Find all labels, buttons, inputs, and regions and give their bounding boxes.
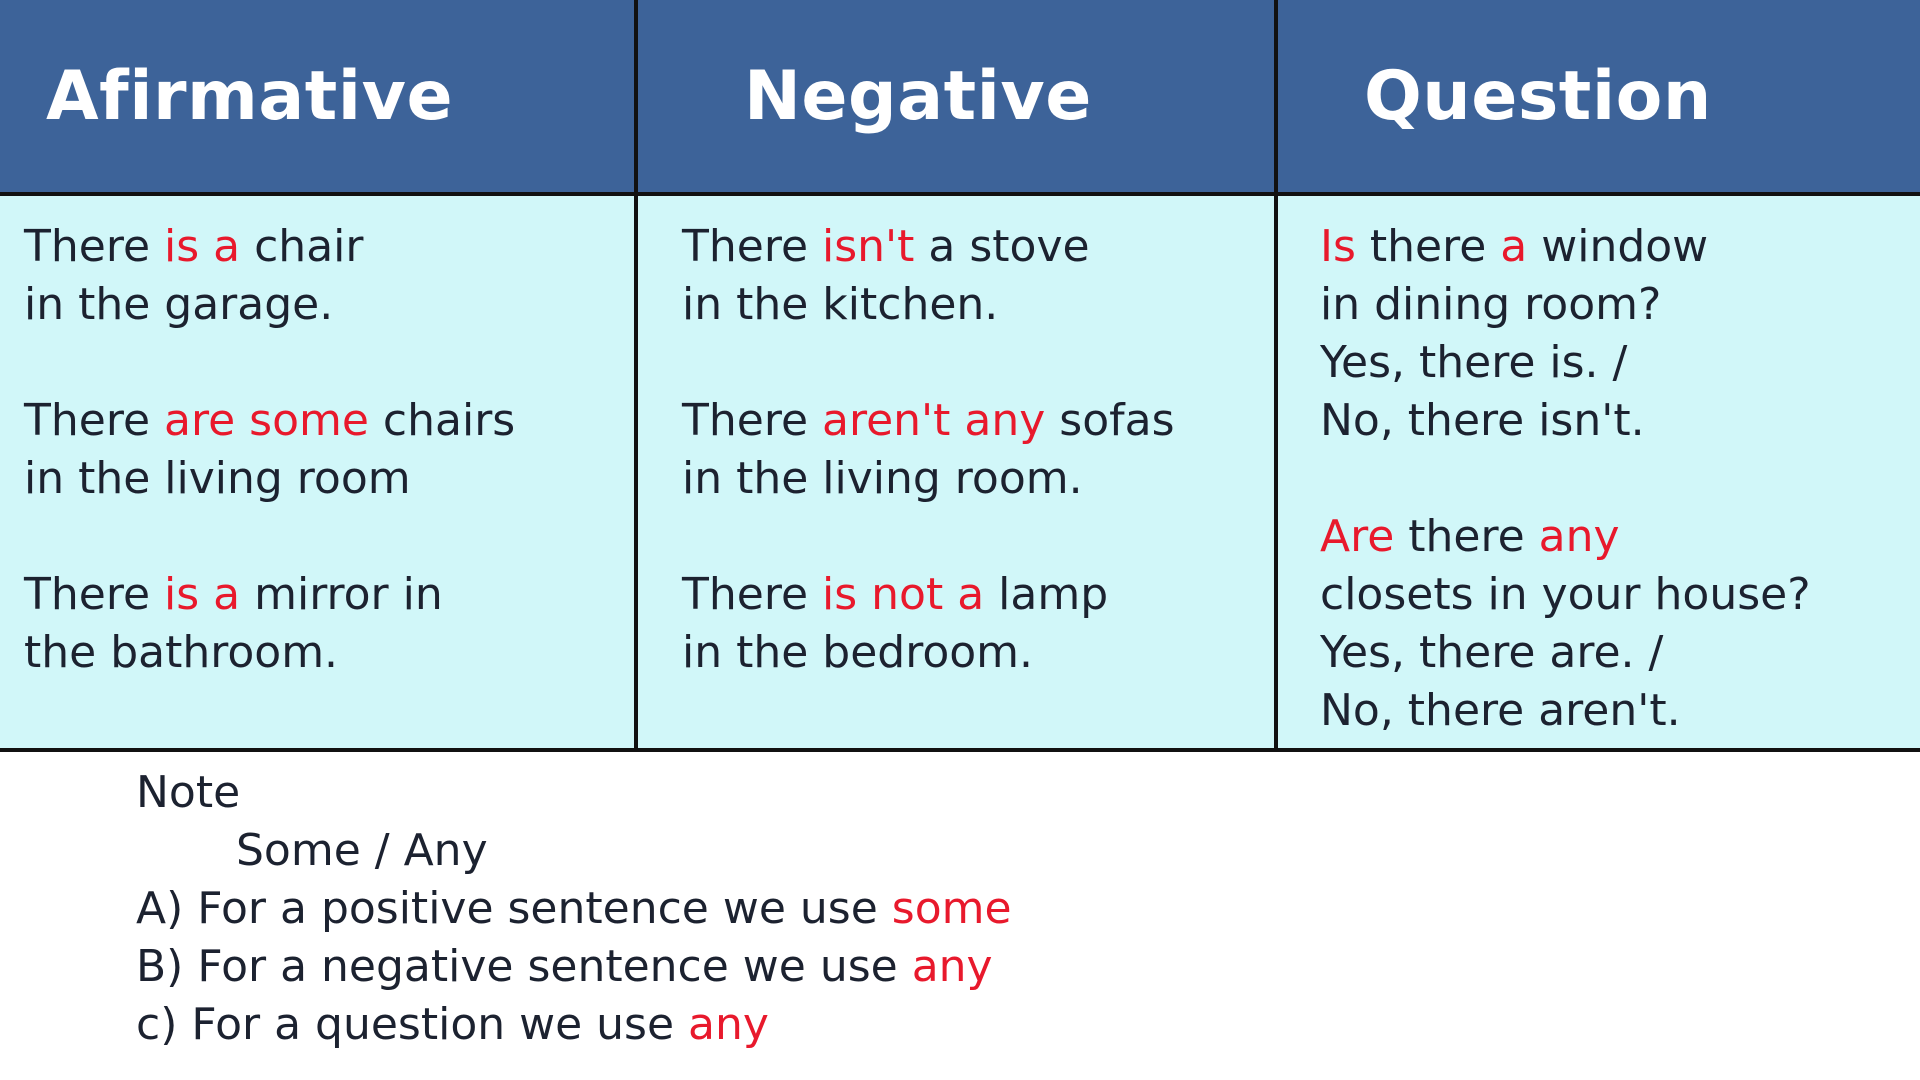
answer-line: No, there aren't. bbox=[1320, 685, 1681, 736]
affirmative-example: There is a mirror in the bathroom. bbox=[24, 566, 634, 682]
header-affirmative: Afirmative bbox=[0, 0, 634, 196]
highlight-text: aren't any bbox=[822, 395, 1046, 446]
header-question: Question bbox=[1274, 0, 1920, 196]
example-line: in the living room bbox=[24, 453, 411, 504]
example-line: Are there any bbox=[1320, 508, 1920, 566]
text: There bbox=[24, 569, 165, 620]
text: mirror in bbox=[240, 569, 443, 620]
highlight-text: Is bbox=[1320, 221, 1356, 272]
example-line: the bathroom. bbox=[24, 627, 339, 678]
example-line: in the kitchen. bbox=[682, 279, 999, 330]
example-line: There is a chair bbox=[24, 218, 634, 276]
highlight-text: is a bbox=[164, 569, 241, 620]
example-line: There aren't any sofas bbox=[682, 392, 1274, 450]
highlight-text: are some bbox=[164, 395, 369, 446]
example-line: closets in your house? bbox=[1320, 569, 1811, 620]
text: there bbox=[1394, 511, 1539, 562]
answer-line: Yes, there is. / bbox=[1320, 337, 1628, 388]
text: There bbox=[682, 569, 823, 620]
note-subtitle: Some / Any bbox=[236, 825, 488, 876]
highlight-text: any bbox=[911, 941, 993, 992]
text: There bbox=[24, 221, 165, 272]
answer-line: No, there isn't. bbox=[1320, 395, 1645, 446]
note-rule: A) For a positive sentence we use some bbox=[136, 880, 1012, 938]
example-line: There are some chairs bbox=[24, 392, 634, 450]
example-line: There is not a lamp bbox=[682, 566, 1274, 624]
text: A) For a positive sentence we use bbox=[136, 883, 892, 934]
header-negative: Negative bbox=[634, 0, 1274, 196]
text: c) For a question we use bbox=[136, 999, 689, 1050]
text: a stove bbox=[914, 221, 1090, 272]
question-column: Is there a window in dining room? Yes, t… bbox=[1274, 196, 1920, 752]
text: window bbox=[1527, 221, 1709, 272]
grammar-table: Afirmative Negative Question There is a … bbox=[0, 0, 1920, 752]
answer-line: Yes, there are. / bbox=[1320, 627, 1664, 678]
question-example: Is there a window in dining room? Yes, t… bbox=[1320, 218, 1920, 450]
negative-example: There aren't any sofas in the living roo… bbox=[682, 392, 1274, 508]
highlight-text: is not a bbox=[822, 569, 985, 620]
highlight-text: is a bbox=[164, 221, 241, 272]
note-title: Note bbox=[136, 767, 241, 818]
text: there bbox=[1355, 221, 1501, 272]
affirmative-example: There is a chair in the garage. bbox=[24, 218, 634, 334]
negative-column: There isn't a stove in the kitchen. Ther… bbox=[634, 196, 1274, 752]
highlight-text: a bbox=[1500, 221, 1528, 272]
text: lamp bbox=[984, 569, 1109, 620]
text: chairs bbox=[368, 395, 516, 446]
note-block: Note Some / Any A) For a positive senten… bbox=[136, 764, 1012, 1054]
text: There bbox=[682, 395, 823, 446]
question-example: Are there any closets in your house? Yes… bbox=[1320, 508, 1920, 740]
highlight-text: isn't bbox=[822, 221, 915, 272]
example-line: in the garage. bbox=[24, 279, 334, 330]
example-line: in the living room. bbox=[682, 453, 1083, 504]
highlight-text: any bbox=[688, 999, 769, 1050]
negative-example: There isn't a stove in the kitchen. bbox=[682, 218, 1274, 334]
highlight-text: Are bbox=[1320, 511, 1395, 562]
affirmative-example: There are some chairs in the living room bbox=[24, 392, 634, 508]
text: There bbox=[682, 221, 823, 272]
text: B) For a negative sentence we use bbox=[136, 941, 912, 992]
affirmative-column: There is a chair in the garage. There ar… bbox=[0, 196, 634, 752]
example-line: in the bedroom. bbox=[682, 627, 1034, 678]
note-rule: c) For a question we use any bbox=[136, 996, 1012, 1054]
text: chair bbox=[240, 221, 364, 272]
highlight-text: some bbox=[891, 883, 1012, 934]
example-line: Is there a window bbox=[1320, 218, 1920, 276]
highlight-text: any bbox=[1538, 511, 1620, 562]
negative-example: There is not a lamp in the bedroom. bbox=[682, 566, 1274, 682]
text: sofas bbox=[1045, 395, 1175, 446]
text: There bbox=[24, 395, 165, 446]
example-line: There isn't a stove bbox=[682, 218, 1274, 276]
note-rule: B) For a negative sentence we use any bbox=[136, 938, 1012, 996]
example-line: There is a mirror in bbox=[24, 566, 634, 624]
example-line: in dining room? bbox=[1320, 279, 1662, 330]
